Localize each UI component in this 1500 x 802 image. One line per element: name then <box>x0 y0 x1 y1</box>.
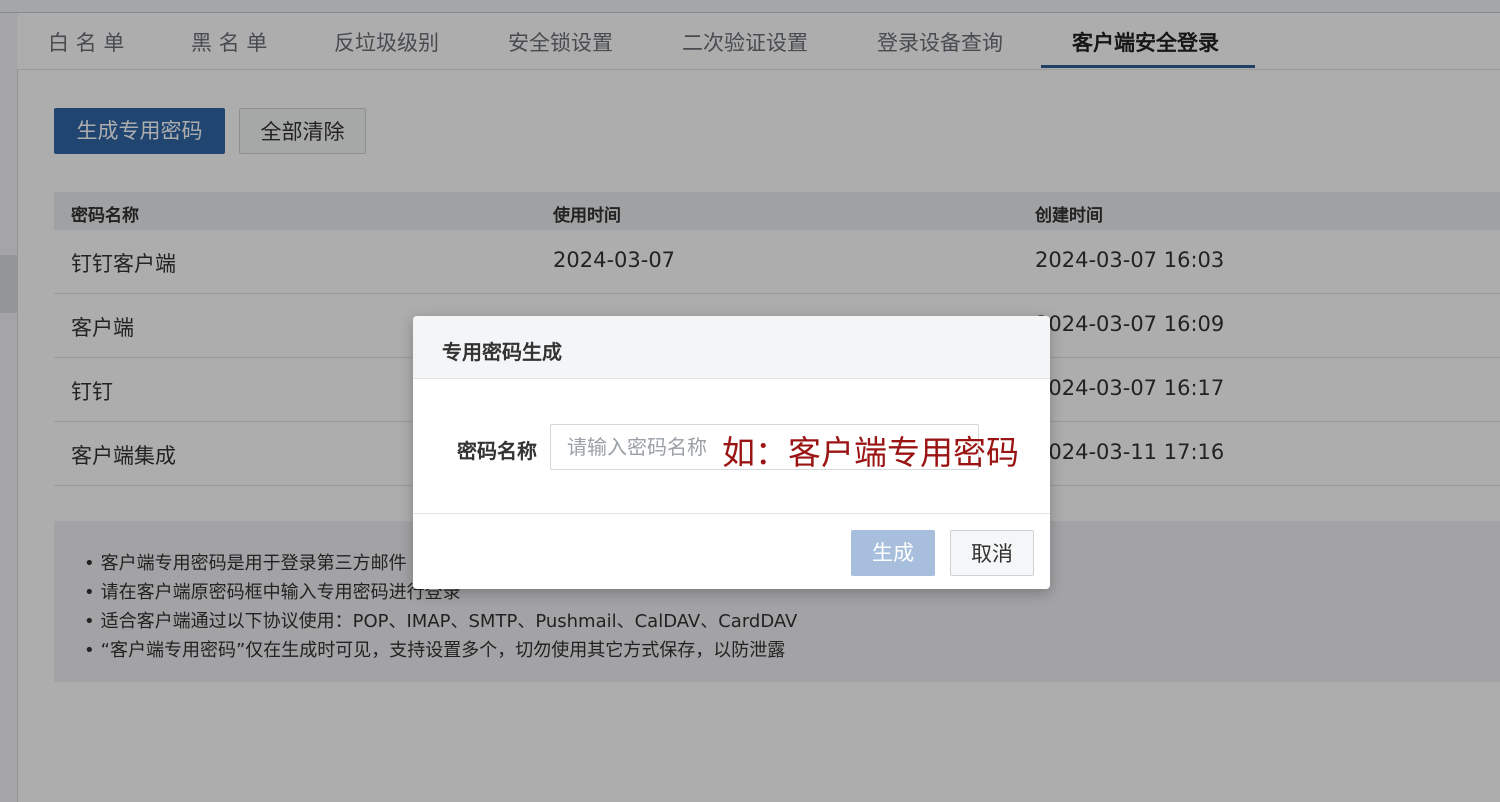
dialog-cancel-button[interactable]: 取消 <box>950 530 1034 576</box>
dialog-generate-button[interactable]: 生成 <box>851 530 935 576</box>
dialog-body: 密码名称 如：客户端专用密码 <box>413 379 1050 514</box>
password-name-label: 密码名称 <box>457 439 537 463</box>
generate-password-dialog: 专用密码生成 密码名称 如：客户端专用密码 生成 取消 <box>413 316 1050 589</box>
dialog-title: 专用密码生成 <box>442 340 562 364</box>
password-name-input[interactable] <box>550 424 979 470</box>
dialog-header: 专用密码生成 <box>413 316 1050 379</box>
